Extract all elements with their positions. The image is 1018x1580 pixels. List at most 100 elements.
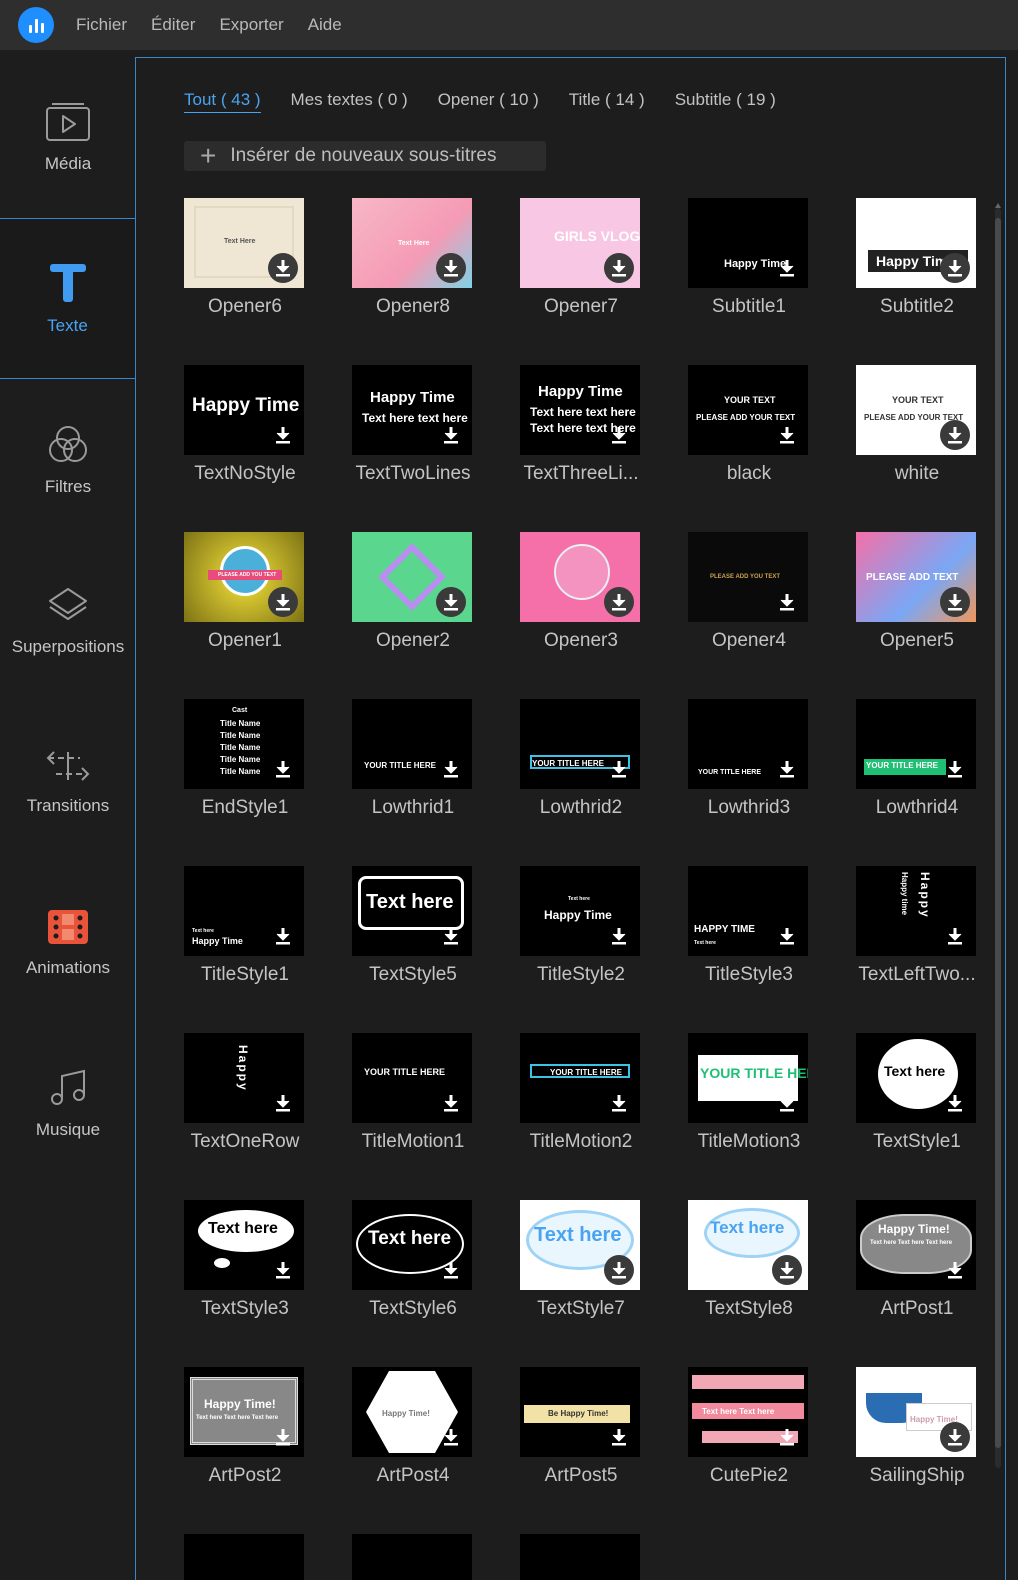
- template-thumbnail[interactable]: Text here: [688, 1200, 808, 1290]
- template-thumbnail[interactable]: PLEASE ADD YOU TEXT: [688, 532, 808, 622]
- template-card[interactable]: Opener2: [352, 532, 474, 662]
- download-icon[interactable]: [940, 1255, 970, 1285]
- template-card[interactable]: [520, 1534, 642, 1580]
- template-card[interactable]: Happy Time! Text here Text here Text here…: [856, 1200, 978, 1330]
- download-icon[interactable]: [268, 1255, 298, 1285]
- template-card[interactable]: Happy Time Text here text here Text here t…: [520, 365, 642, 495]
- template-thumbnail[interactable]: [520, 532, 640, 622]
- template-thumbnail[interactable]: Cast Title Name Title Name Title Name Title …: [184, 699, 304, 789]
- template-card[interactable]: Text here TextStyle3: [184, 1200, 306, 1330]
- template-card[interactable]: Happy Time Text here TitleStyle1: [184, 866, 306, 996]
- tab-mes-textes[interactable]: Mes textes ( 0 ): [291, 90, 408, 113]
- template-thumbnail[interactable]: YOUR TITLE HERE: [688, 1033, 808, 1123]
- template-card[interactable]: PLEASE ADD TEXT Opener5: [856, 532, 978, 662]
- download-icon[interactable]: [268, 420, 298, 450]
- template-card[interactable]: YOUR TITLE HERE TitleMotion2: [520, 1033, 642, 1163]
- template-card[interactable]: YOUR TITLE HERE TitleMotion3: [688, 1033, 810, 1163]
- template-thumbnail[interactable]: Happy Time!: [856, 1367, 976, 1457]
- download-icon[interactable]: [940, 253, 970, 283]
- sidebar-item-filtres[interactable]: Filtres: [0, 379, 136, 540]
- download-icon[interactable]: [772, 754, 802, 784]
- template-card[interactable]: PLEASE ADD YOU TEXT Opener1: [184, 532, 306, 662]
- template-thumbnail[interactable]: YOUR TITLE HERE: [520, 1033, 640, 1123]
- template-card[interactable]: [184, 1534, 306, 1580]
- tab-opener[interactable]: Opener ( 10 ): [438, 90, 539, 113]
- template-thumbnail[interactable]: Happy Happy time: [856, 866, 976, 956]
- template-thumbnail[interactable]: Happy: [184, 1033, 304, 1123]
- template-thumbnail[interactable]: YOUR TEXT PLEASE ADD YOUR TEXT: [688, 365, 808, 455]
- download-icon[interactable]: [940, 1088, 970, 1118]
- template-card[interactable]: YOUR TEXT PLEASE ADD YOUR TEXT white: [856, 365, 978, 495]
- template-card[interactable]: YOUR TEXT PLEASE ADD YOUR TEXT black: [688, 365, 810, 495]
- template-thumbnail[interactable]: Text here: [352, 1200, 472, 1290]
- template-card[interactable]: Happy Time! ArtPost4: [352, 1367, 474, 1497]
- menu-editer[interactable]: Éditer: [139, 15, 207, 35]
- download-icon[interactable]: [436, 253, 466, 283]
- tab-tout[interactable]: Tout ( 43 ): [184, 90, 261, 113]
- template-thumbnail[interactable]: Happy Time!: [352, 1367, 472, 1457]
- tab-title[interactable]: Title ( 14 ): [569, 90, 645, 113]
- download-icon[interactable]: [604, 253, 634, 283]
- download-icon[interactable]: [940, 1422, 970, 1452]
- template-card[interactable]: Cast Title Name Title Name Title Name Title …: [184, 699, 306, 829]
- template-thumbnail[interactable]: PLEASE ADD TEXT: [856, 532, 976, 622]
- download-icon[interactable]: [268, 253, 298, 283]
- download-icon[interactable]: [772, 1422, 802, 1452]
- template-thumbnail[interactable]: Text here Text here: [688, 1367, 808, 1457]
- scrollbar-thumb[interactable]: [995, 218, 1001, 1448]
- template-thumbnail[interactable]: Text here: [520, 1200, 640, 1290]
- template-card[interactable]: Happy Time TextNoStyle: [184, 365, 306, 495]
- download-icon[interactable]: [436, 921, 466, 951]
- template-thumbnail[interactable]: [184, 1534, 304, 1580]
- menu-exporter[interactable]: Exporter: [207, 15, 295, 35]
- sidebar-item-musique[interactable]: Musique: [0, 1023, 136, 1184]
- download-icon[interactable]: [436, 587, 466, 617]
- download-icon[interactable]: [604, 420, 634, 450]
- template-card[interactable]: Happy Time Text here text here TextTwoLine…: [352, 365, 474, 495]
- template-thumbnail[interactable]: Text Here: [184, 198, 304, 288]
- template-card[interactable]: Text here TextStyle1: [856, 1033, 978, 1163]
- download-icon[interactable]: [772, 1255, 802, 1285]
- template-card[interactable]: Happy TextOneRow: [184, 1033, 306, 1163]
- template-card[interactable]: Text here TextStyle6: [352, 1200, 474, 1330]
- template-thumbnail[interactable]: Happy Tim: [856, 198, 976, 288]
- template-thumbnail[interactable]: Happy Time: [184, 365, 304, 455]
- download-icon[interactable]: [268, 1422, 298, 1452]
- download-icon[interactable]: [940, 921, 970, 951]
- download-icon[interactable]: [604, 1422, 634, 1452]
- template-thumbnail[interactable]: Happy Time Text here text here: [352, 365, 472, 455]
- template-card[interactable]: YOUR TITLE HERE TitleMotion1: [352, 1033, 474, 1163]
- template-thumbnail[interactable]: YOUR TEXT PLEASE ADD YOUR TEXT: [856, 365, 976, 455]
- insert-subtitles-button[interactable]: + Insérer de nouveaux sous-titres: [184, 141, 546, 171]
- download-icon[interactable]: [772, 420, 802, 450]
- download-icon[interactable]: [772, 921, 802, 951]
- template-thumbnail[interactable]: [520, 1534, 640, 1580]
- template-card[interactable]: GIRLS VLOG Opener7: [520, 198, 642, 328]
- template-thumbnail[interactable]: Be Happy Time!: [520, 1367, 640, 1457]
- template-thumbnail[interactable]: YOUR TITLE HERE: [352, 699, 472, 789]
- download-icon[interactable]: [604, 921, 634, 951]
- template-card[interactable]: Happy Time! Text here Text here Text here…: [184, 1367, 306, 1497]
- tab-subtitle[interactable]: Subtitle ( 19 ): [675, 90, 776, 113]
- template-card[interactable]: Happy Tim Subtitle2: [856, 198, 978, 328]
- template-thumbnail[interactable]: HAPPY TIME Text here: [688, 866, 808, 956]
- template-card[interactable]: Happy Happy time TextLeftTwo...: [856, 866, 978, 996]
- download-icon[interactable]: [940, 587, 970, 617]
- template-card[interactable]: Opener3: [520, 532, 642, 662]
- template-card[interactable]: Text Here Opener8: [352, 198, 474, 328]
- template-thumbnail[interactable]: Text here: [184, 1200, 304, 1290]
- template-thumbnail[interactable]: GIRLS VLOG: [520, 198, 640, 288]
- template-card[interactable]: YOUR TITLE HERE Lowthrid3: [688, 699, 810, 829]
- download-icon[interactable]: [268, 1088, 298, 1118]
- download-icon[interactable]: [436, 420, 466, 450]
- template-card[interactable]: YOUR TITLE HERE Lowthrid2: [520, 699, 642, 829]
- template-card[interactable]: YOUR TITLE HERE Lowthrid1: [352, 699, 474, 829]
- download-icon[interactable]: [772, 253, 802, 283]
- download-icon[interactable]: [604, 1088, 634, 1118]
- template-thumbnail[interactable]: Happy Time! Text here Text here Text here: [856, 1200, 976, 1290]
- download-icon[interactable]: [604, 587, 634, 617]
- template-thumbnail[interactable]: Happy Time Text here text here Text here t…: [520, 365, 640, 455]
- menu-aide[interactable]: Aide: [296, 15, 354, 35]
- download-icon[interactable]: [268, 921, 298, 951]
- template-card[interactable]: Text here Text here CutePie2: [688, 1367, 810, 1497]
